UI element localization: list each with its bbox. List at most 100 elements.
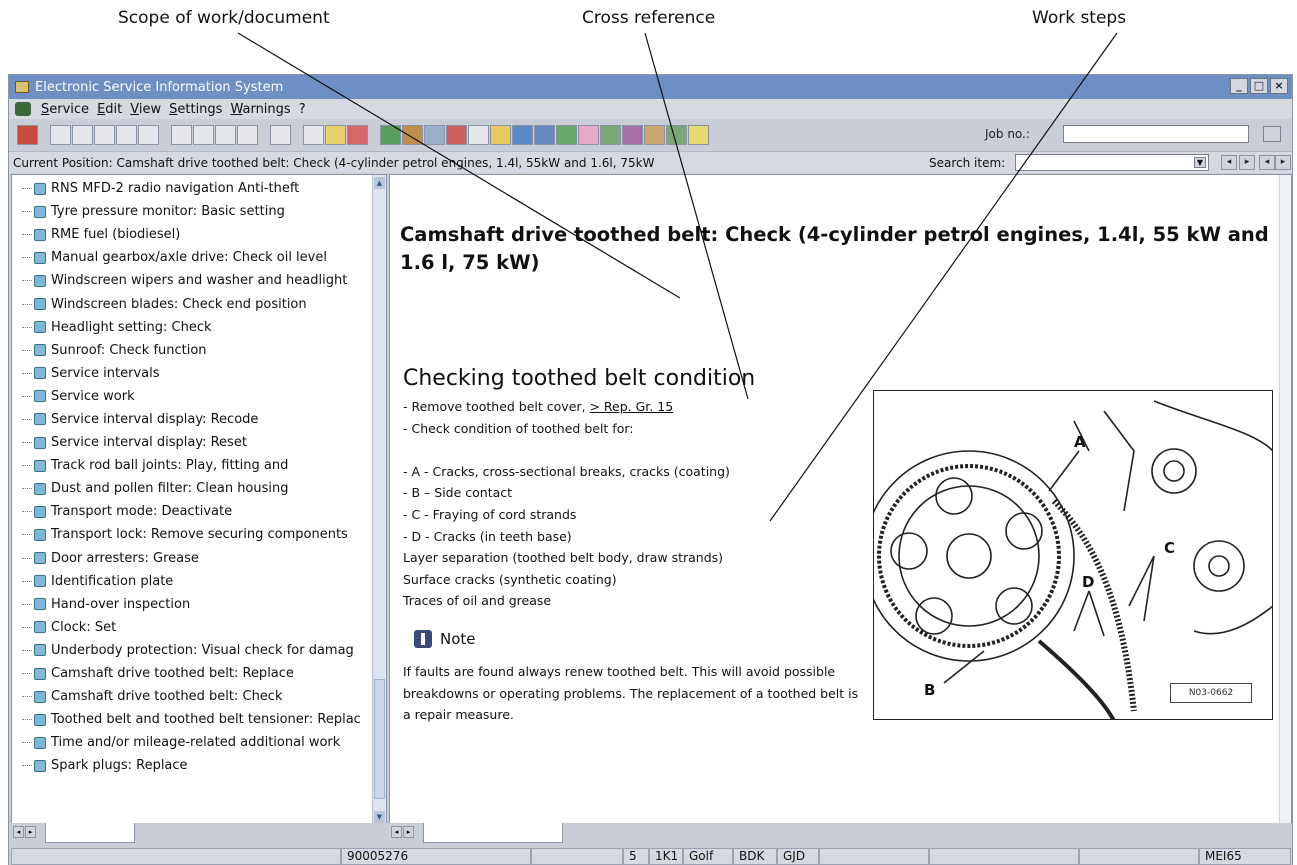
close-button[interactable]: ×: [1270, 78, 1288, 94]
document-icon: [34, 505, 46, 518]
job-number-field[interactable]: [1063, 125, 1249, 143]
tab-left-icon[interactable]: ◂: [13, 826, 24, 838]
tools-icon[interactable]: [622, 125, 643, 145]
bulb-icon[interactable]: [325, 125, 346, 145]
tree-tabstrip: ◂ ▸: [11, 823, 387, 845]
list-icon[interactable]: [347, 125, 368, 145]
tree-item[interactable]: Headlight setting: Check: [12, 316, 372, 339]
tree-item[interactable]: Identification plate: [12, 570, 372, 593]
document-icon: [34, 251, 46, 264]
tree-tab[interactable]: [45, 823, 135, 843]
search-item-input[interactable]: ▼: [1015, 154, 1209, 171]
tree-scrollbar[interactable]: ▲ ▼: [372, 175, 386, 825]
maximize-button[interactable]: □: [1250, 78, 1268, 94]
tree-item-label: RNS MFD-2 radio navigation Anti-theft: [51, 181, 300, 197]
scroll-up-icon[interactable]: ▲: [374, 177, 385, 189]
tree-item[interactable]: Camshaft drive toothed belt: Check: [12, 685, 372, 708]
tree-item[interactable]: Windscreen blades: Check end position: [12, 292, 372, 315]
edit-document-icon[interactable]: [94, 125, 115, 145]
figure-label-c: C: [1164, 539, 1176, 557]
tree-item[interactable]: Service intervals: [12, 362, 372, 385]
tree-item[interactable]: Time and/or mileage-related additional w…: [12, 731, 372, 754]
target-icon[interactable]: [446, 125, 467, 145]
tree-item[interactable]: Manual gearbox/axle drive: Check oil lev…: [12, 246, 372, 269]
service-icon[interactable]: [17, 125, 38, 145]
chevron-down-icon[interactable]: ▼: [1194, 157, 1206, 168]
step-remove-cover: - Remove toothed belt cover, > Rep. Gr. …: [403, 396, 730, 418]
tree-item[interactable]: RME fuel (biodiesel): [12, 223, 372, 246]
tree-item[interactable]: Camshaft drive toothed belt: Replace: [12, 662, 372, 685]
tree-item[interactable]: Toothed belt and toothed belt tensioner:…: [12, 708, 372, 731]
menu-settings[interactable]: Settings: [169, 102, 222, 117]
content-tab[interactable]: [423, 823, 563, 843]
tree-connector: [22, 418, 32, 420]
pipe-icon[interactable]: [578, 125, 599, 145]
pen-icon[interactable]: [556, 125, 577, 145]
menu-service[interactable]: Service: [41, 102, 89, 117]
new-document-icon[interactable]: [72, 125, 93, 145]
tree-item[interactable]: Service interval display: Reset: [12, 431, 372, 454]
vehicle-icon[interactable]: [138, 125, 159, 145]
content-scrollbar[interactable]: [1279, 175, 1291, 825]
wrench-icon[interactable]: [666, 125, 687, 145]
tree-item[interactable]: Service work: [12, 385, 372, 408]
cross-reference-link[interactable]: > Rep. Gr. 15: [589, 399, 673, 414]
document-icon: [34, 621, 46, 634]
tree-item-label: Manual gearbox/axle drive: Check oil lev…: [51, 250, 327, 266]
section-heading: Checking toothed belt condition: [403, 366, 756, 391]
tree-item[interactable]: Sunroof: Check function: [12, 339, 372, 362]
gauge-icon[interactable]: [644, 125, 665, 145]
split-right-icon[interactable]: ▸: [1275, 155, 1291, 170]
previous-page-icon[interactable]: [193, 125, 214, 145]
menu-view[interactable]: View: [130, 102, 161, 117]
tree-item[interactable]: Transport mode: Deactivate: [12, 500, 372, 523]
content-tab-left-icon[interactable]: ◂: [391, 826, 402, 838]
step-text: - Remove toothed belt cover,: [403, 399, 590, 414]
tree-item-label: Door arresters: Grease: [51, 550, 199, 566]
car-icon[interactable]: [424, 125, 445, 145]
last-page-icon[interactable]: [237, 125, 258, 145]
tree-item[interactable]: Spark plugs: Replace: [12, 754, 372, 777]
scroll-thumb[interactable]: [374, 679, 385, 799]
document-icon: [34, 598, 46, 611]
blank-icon[interactable]: [50, 125, 71, 145]
tree-item[interactable]: Tyre pressure monitor: Basic setting: [12, 200, 372, 223]
next-page-icon[interactable]: [215, 125, 236, 145]
job-lookup-icon[interactable]: [1263, 126, 1281, 142]
table-icon[interactable]: [468, 125, 489, 145]
first-page-icon[interactable]: [171, 125, 192, 145]
calendar-icon[interactable]: [402, 125, 423, 145]
print-icon[interactable]: [116, 125, 137, 145]
tree-item[interactable]: Underbody protection: Visual check for d…: [12, 639, 372, 662]
document-icon: [34, 713, 46, 726]
tree-item[interactable]: Windscreen wipers and washer and headlig…: [12, 269, 372, 292]
book-icon[interactable]: [380, 125, 401, 145]
menu-warnings[interactable]: Warnings: [230, 102, 290, 117]
chart-icon[interactable]: [600, 125, 621, 145]
tree-item[interactable]: Service interval display: Recode: [12, 408, 372, 431]
menu-help[interactable]: ?: [299, 102, 306, 117]
tree-item[interactable]: RNS MFD-2 radio navigation Anti-theft: [12, 177, 372, 200]
tree-item[interactable]: Dust and pollen filter: Clean housing: [12, 477, 372, 500]
tab-right-icon[interactable]: ▸: [25, 826, 36, 838]
tree-item[interactable]: Track rod ball joints: Play, fitting and: [12, 454, 372, 477]
tree-item[interactable]: Hand-over inspection: [12, 593, 372, 616]
tree-item[interactable]: Door arresters: Grease: [12, 547, 372, 570]
menu-edit[interactable]: Edit: [97, 102, 122, 117]
note-icon: [414, 630, 432, 648]
split-left-icon[interactable]: ◂: [1259, 155, 1275, 170]
return-icon[interactable]: [270, 125, 291, 145]
warning-icon[interactable]: [490, 125, 511, 145]
find-next-icon[interactable]: ▸: [1239, 155, 1255, 170]
tree-item[interactable]: Transport lock: Remove securing componen…: [12, 523, 372, 546]
find-prev-icon[interactable]: ◂: [1221, 155, 1237, 170]
scroll-down-icon[interactable]: ▼: [374, 811, 385, 823]
disk-icon[interactable]: [534, 125, 555, 145]
minimize-button[interactable]: _: [1230, 78, 1248, 94]
content-tab-right-icon[interactable]: ▸: [403, 826, 414, 838]
tree-item[interactable]: Clock: Set: [12, 616, 372, 639]
key-icon[interactable]: [688, 125, 709, 145]
tree-item-label: Service interval display: Recode: [51, 411, 259, 427]
globe-icon[interactable]: [512, 125, 533, 145]
info-icon[interactable]: [303, 125, 324, 145]
